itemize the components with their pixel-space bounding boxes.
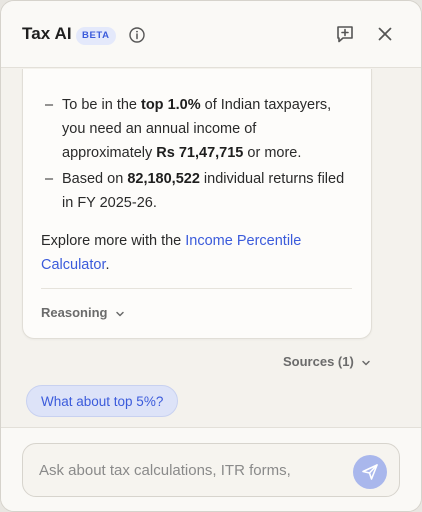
sources-label: Sources (1) <box>283 354 354 369</box>
bullet-bold: 82,180,522 <box>127 171 200 187</box>
composer <box>1 427 421 511</box>
composer-box <box>22 443 400 497</box>
answer-bullets: – To be in the top 1.0% of Indian taxpay… <box>45 93 345 215</box>
suggestion-chip[interactable]: What about top 5%? <box>26 385 179 417</box>
send-icon <box>362 464 378 480</box>
reasoning-label: Reasoning <box>41 305 108 320</box>
tax-ai-panel: Tax AI BETA – To be in the top 1.0% of I… <box>0 0 422 512</box>
assistant-message: – To be in the top 1.0% of Indian taxpay… <box>22 69 372 339</box>
bullet-bold: top 1.0% <box>141 97 201 113</box>
bullet-item: – To be in the top 1.0% of Indian taxpay… <box>45 93 345 165</box>
bullet-dash: – <box>45 171 54 187</box>
explore-text: Explore more with the Income Percentile … <box>41 229 341 277</box>
bullet-dash: – <box>45 97 54 113</box>
send-button[interactable] <box>353 455 387 489</box>
chevron-down-icon <box>362 360 371 365</box>
message-list[interactable]: – To be in the top 1.0% of Indian taxpay… <box>1 68 421 426</box>
beta-badge: BETA <box>76 27 116 45</box>
bullet-bold: Rs 71,47,715 <box>156 145 244 161</box>
close-icon[interactable] <box>374 23 396 45</box>
info-icon[interactable] <box>128 26 146 44</box>
bullet-item: – Based on 82,180,522 individual returns… <box>45 167 345 215</box>
divider <box>41 288 352 289</box>
message-input[interactable] <box>39 462 339 479</box>
sources-toggle[interactable]: Sources (1) <box>283 354 371 369</box>
chevron-down-icon <box>116 311 124 316</box>
panel-title: Tax AI <box>22 24 72 43</box>
bullet-text: Based on <box>62 171 128 187</box>
reasoning-toggle[interactable]: Reasoning <box>41 305 125 320</box>
explore-prefix: Explore more with the <box>41 233 186 249</box>
new-chat-icon[interactable] <box>334 23 356 45</box>
bullet-text: or more. <box>243 145 302 161</box>
bullet-text: To be in the <box>62 97 141 113</box>
explore-suffix: . <box>105 257 110 273</box>
panel-header: Tax AI BETA <box>1 1 421 68</box>
